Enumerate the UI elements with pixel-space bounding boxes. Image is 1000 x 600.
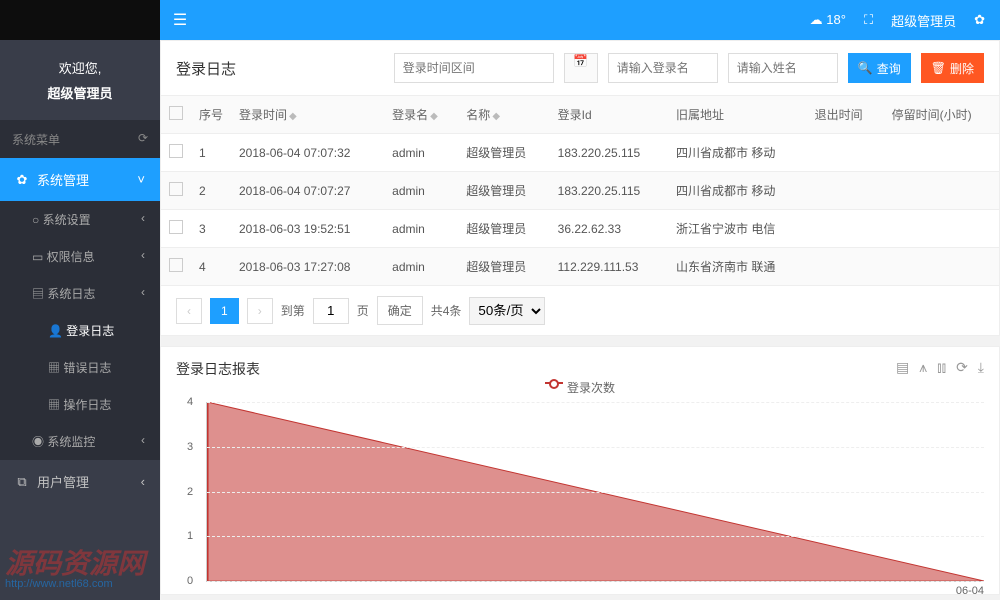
chart-tool-line-icon[interactable]: ⩚ <box>919 359 927 376</box>
settings-icon[interactable]: ✿ <box>974 12 985 28</box>
goto-confirm-button[interactable]: 确定 <box>377 296 423 325</box>
y-tick: 3 <box>187 441 193 453</box>
login-log-panel: 登录日志 📅 🔍查询 🗑删除 序号 登录时间◆ 登录名◆ 名称◆ <box>160 40 1000 336</box>
table-row[interactable]: 22018-06-04 07:07:27admin超级管理员183.220.25… <box>161 172 999 210</box>
row-checkbox[interactable] <box>169 182 183 196</box>
calendar-icon[interactable]: 📅 <box>564 53 598 83</box>
chart-title: 登录日志报表 <box>176 361 260 377</box>
welcome-role: 超级管理员 <box>0 83 160 102</box>
chevron-left-icon: ‹ <box>141 474 145 489</box>
fullscreen-icon[interactable]: ⛶ <box>864 12 873 28</box>
select-all-checkbox[interactable] <box>169 106 183 120</box>
refresh-icon[interactable]: ⟳ <box>138 131 148 148</box>
chevron-left-icon: ‹ <box>141 211 145 228</box>
col-name[interactable]: 名称◆ <box>458 96 549 134</box>
col-stay[interactable]: 停留时间(小时) <box>884 96 999 134</box>
gear-icon: ✿ <box>15 172 29 188</box>
sidebar-item-login-log[interactable]: 👤 登录日志 <box>0 312 160 349</box>
table-row[interactable]: 32018-06-03 19:52:51admin超级管理员36.22.62.3… <box>161 210 999 248</box>
pagination: ‹ 1 › 到第 页 确定 共4条 50条/页 <box>161 286 999 335</box>
sidebar-toggle-icon[interactable]: ☰ <box>160 10 200 30</box>
chart-tool-download-icon[interactable]: ⤓ <box>978 359 984 376</box>
search-button[interactable]: 🔍查询 <box>848 53 911 83</box>
row-checkbox[interactable] <box>169 258 183 272</box>
y-tick: 2 <box>187 486 193 498</box>
logo-area <box>0 0 160 40</box>
col-ip[interactable]: 登录Id <box>550 96 668 134</box>
prev-page-button[interactable]: ‹ <box>176 298 202 324</box>
sidebar-item-sys-log[interactable]: ▤ 系统日志‹ <box>0 275 160 312</box>
content-area: 登录日志 📅 🔍查询 🗑删除 序号 登录时间◆ 登录名◆ 名称◆ <box>160 40 1000 600</box>
chart-plot: 06-04 01234 <box>206 402 984 582</box>
sidebar-item-sys-monitor[interactable]: ◉ 系统监控‹ <box>0 423 160 460</box>
chevron-left-icon: ‹ <box>141 433 145 450</box>
panel-title: 登录日志 <box>176 58 236 79</box>
col-logout[interactable]: 退出时间 <box>807 96 884 134</box>
y-tick: 1 <box>187 530 193 542</box>
chart-legend[interactable]: 登录次数 <box>176 379 984 396</box>
page-1-button[interactable]: 1 <box>210 298 239 324</box>
row-checkbox[interactable] <box>169 144 183 158</box>
welcome-greeting: 欢迎您, <box>0 58 160 77</box>
chart-tool-refresh-icon[interactable]: ⟳ <box>956 359 968 376</box>
date-range-input[interactable] <box>394 53 554 83</box>
col-login[interactable]: 登录名◆ <box>384 96 458 134</box>
col-time[interactable]: 登录时间◆ <box>231 96 384 134</box>
topbar: ☰ ☁ 18° ⛶ 超级管理员 ✿ <box>0 0 1000 40</box>
sidebar-item-perm-info[interactable]: ▭ 权限信息‹ <box>0 238 160 275</box>
chevron-down-icon: ˅ <box>137 172 145 187</box>
page-size-select[interactable]: 50条/页 <box>469 297 545 325</box>
col-loc[interactable]: 旧属地址 <box>668 96 807 134</box>
table-row[interactable]: 42018-06-03 17:27:08admin超级管理员112.229.11… <box>161 248 999 286</box>
chart-panel: 登录日志报表 ▤ ⩚ ⫾⫾ ⟳ ⤓ 登录次数 06-04 01234 <box>160 346 1000 595</box>
menu-header: 系统菜单 ⟳ <box>0 121 160 158</box>
weather-widget: ☁ 18° <box>810 12 846 28</box>
goto-page-input[interactable] <box>313 298 349 324</box>
chart-tool-data-icon[interactable]: ▤ <box>896 359 909 376</box>
chart-tool-bar-icon[interactable]: ⫾⫾ <box>937 359 946 376</box>
sidebar-item-sys-setting[interactable]: ○ 系统设置‹ <box>0 201 160 238</box>
total-count: 共4条 <box>431 302 462 319</box>
delete-button[interactable]: 🗑删除 <box>921 53 984 83</box>
sidebar-item-oper-log[interactable]: ▦ 操作日志 <box>0 386 160 423</box>
users-icon: ⧉ <box>15 474 29 490</box>
y-tick: 4 <box>187 396 193 408</box>
x-tick: 06-04 <box>956 585 984 597</box>
sidebar-item-sys-manage[interactable]: ✿系统管理 ˅ <box>0 158 160 201</box>
col-seq[interactable]: 序号 <box>191 96 231 134</box>
log-table: 序号 登录时间◆ 登录名◆ 名称◆ 登录Id 旧属地址 退出时间 停留时间(小时… <box>161 96 999 286</box>
y-tick: 0 <box>187 575 193 587</box>
next-page-button[interactable]: › <box>247 298 273 324</box>
row-checkbox[interactable] <box>169 220 183 234</box>
login-name-input[interactable] <box>608 53 718 83</box>
chevron-left-icon: ‹ <box>141 285 145 302</box>
sidebar: 欢迎您, 超级管理员 系统菜单 ⟳ ✿系统管理 ˅ ○ 系统设置‹ ▭ 权限信息… <box>0 40 160 600</box>
welcome-block: 欢迎您, 超级管理员 <box>0 40 160 121</box>
current-user[interactable]: 超级管理员 <box>891 11 956 30</box>
sidebar-item-user-manage[interactable]: ⧉用户管理 ‹ <box>0 460 160 503</box>
table-row[interactable]: 12018-06-04 07:07:32admin超级管理员183.220.25… <box>161 134 999 172</box>
sidebar-item-error-log[interactable]: ▦ 错误日志 <box>0 349 160 386</box>
name-input[interactable] <box>728 53 838 83</box>
chevron-left-icon: ‹ <box>141 248 145 265</box>
